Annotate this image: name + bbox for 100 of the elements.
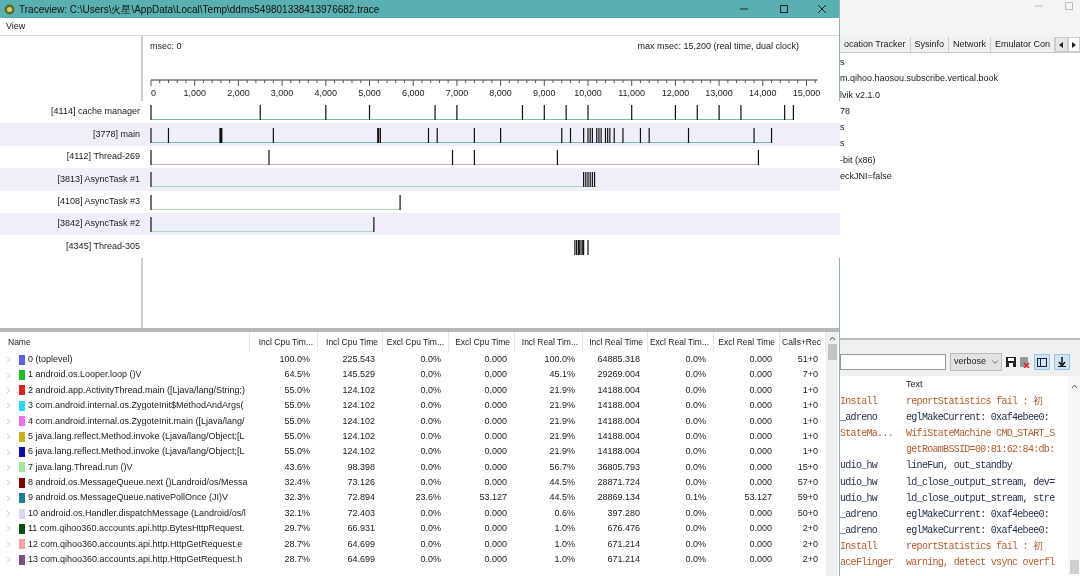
column-header[interactable]: Excl Real Time [714,332,780,352]
scroll-up-icon[interactable] [828,336,836,341]
table-cell-text: 21.9% [548,383,576,397]
table-cell-text: 0.000 [748,506,773,520]
method-name[interactable]: 7 java.lang.Thread.run ()V [28,460,133,475]
clear-log-icon[interactable] [1020,356,1030,368]
column-header[interactable]: Excl Cpu Time [449,332,515,352]
method-name[interactable]: 5 java.lang.reflect.Method.invoke (Ljava/lang/Object;[L [28,429,245,444]
scroll-thumb[interactable] [827,344,837,360]
save-icon[interactable] [1006,357,1016,367]
table-cell-text: 53.127 [478,491,508,505]
table-cell-text: 0.0% [419,445,442,459]
tab-scroll-left[interactable] [1055,37,1068,52]
table-cell-text: 1+0 [801,414,819,428]
table-cell-text: 124.102 [341,399,376,413]
log-level-dropdown[interactable]: verbose [950,353,1002,371]
axis-label: 10,000 [574,88,602,98]
method-name[interactable]: 10 android.os.Handler.dispatchMessage (Landroid/os/l [28,506,246,521]
table-cell-text: 0.000 [748,352,773,366]
column-header[interactable]: Excl Real Tim... [648,332,714,352]
scrollbar[interactable] [1068,376,1080,576]
table-cell-text: 2+0 [801,537,819,551]
table-cell-text: 397.280 [606,506,641,520]
scroll-up-icon[interactable] [1070,384,1078,389]
tab[interactable]: ocation Tracker [840,37,911,52]
method-name[interactable]: 1 android.os.Looper.loop ()V [28,368,142,382]
table-cell-text: 676.476 [606,522,641,536]
method-name[interactable]: 11 com.qihoo360.accounts.api.http.BytesHttpRequest. [28,522,245,536]
table-cell-text: 0.000 [483,399,508,413]
menu-item[interactable]: View [0,19,32,34]
scroll-lock-button[interactable] [1054,354,1070,370]
log-tag: StateMa... [840,425,906,441]
minimize-icon[interactable] [1034,2,1044,10]
table-cell-text: 0.0% [419,383,442,397]
method-name[interactable]: 13 com.qihoo360.accounts.api.http.HttpGetRequest.h [28,553,243,567]
table-cell-text: 145.529 [341,368,376,382]
method-name[interactable]: 12 com.qihoo360.accounts.api.http.HttpGetRequest.e [28,537,243,552]
table-cell-text: 1+0 [801,445,819,459]
close-icon[interactable] [817,4,827,14]
table-cell-text: 0.0% [419,476,442,490]
table-cell-text: 1+0 [801,429,819,443]
maximize-icon[interactable] [779,4,789,14]
table-cell-text: 73.126 [346,476,376,490]
table-cell-text: 100.0% [278,352,311,366]
log-tag: Install [840,393,906,409]
column-toggle-button[interactable] [1034,354,1050,370]
log-message: eglMakeCurrent: 0xaf4ebee0: [906,410,1050,425]
table-cell-text: 0.0% [419,399,442,413]
app-icon [4,3,15,15]
log-tag: _adreno [840,409,906,425]
table-cell-text: 0.000 [748,414,773,428]
table-cell-text: 0.0% [419,414,442,428]
table-cell-text: 0.0% [684,368,707,382]
scroll-thumb[interactable] [1069,560,1079,574]
table-cell-text: 0.0% [419,460,442,474]
table-cell-text: 21.9% [548,445,576,459]
column-header[interactable]: Name [0,332,250,352]
method-name[interactable]: 9 android.os.MessageQueue.nativePollOnce (JI)V [28,491,229,505]
table-cell-text: 1.0% [553,553,576,566]
table-cell-text: 124.102 [341,445,376,459]
column-header[interactable]: Incl Cpu Tim... [250,332,318,352]
method-name[interactable]: 4 com.android.internal.os.ZygoteInit.main ([Ljava/lang/ [28,414,245,428]
table-cell-text: 0.000 [748,368,773,382]
table-cell-text: 671.214 [606,553,641,566]
table-cell-text: 0.0% [419,429,442,443]
method-name[interactable]: 8 android.os.MessageQueue.next ()Landroid/os/Messa [28,476,248,490]
tab[interactable]: Network [949,37,992,52]
table-cell-text: 14188.004 [596,399,641,413]
table-cell-text: 0.000 [483,506,508,520]
scrollbar[interactable] [826,332,838,576]
thread-activity-drawing [574,238,589,256]
tab[interactable]: Sysinfo [910,37,950,52]
table-cell-text: 64.699 [346,537,376,551]
table-cell-text: 0.000 [483,383,508,397]
table-cell-text: 0.000 [483,445,508,459]
table-cell-text: 1.0% [553,522,576,536]
column-header[interactable]: Incl Real Time [583,332,648,352]
table-cell-text: 0.000 [483,460,508,474]
table-cell-text: 2+0 [801,522,819,536]
table-cell-text: 28.7% [283,553,311,566]
axis-label: 6,000 [401,88,425,98]
column-header[interactable]: Text [906,377,923,392]
method-name[interactable]: 6 java.lang.reflect.Method.invoke (Ljava/lang/Object;[L [28,445,245,459]
column-header[interactable]: Excl Cpu Tim... [383,332,449,352]
down-arrow-icon [1058,357,1066,367]
axis-label: 15,000 [792,88,821,98]
table-cell-text: 51+0 [796,352,819,366]
method-name[interactable]: 3 com.android.internal.os.ZygoteInit$MethodAndArgs( [28,399,244,413]
log-message: ld_close_output_stream, stre [906,491,1055,506]
column-header[interactable]: Incl Real Tim... [515,332,583,352]
table-cell-text: 28.7% [283,537,311,551]
method-name[interactable]: 0 (toplevel) [28,352,73,367]
table-cell-text: 0.000 [483,553,508,566]
filter-field[interactable] [840,354,946,370]
method-name[interactable]: 2 android.app.ActivityThread.main ([Ljava/lang/String;) [28,383,246,398]
table-cell-text: 14188.004 [596,383,641,397]
axis-label: 4,000 [314,88,338,98]
table-cell-text: 0.0% [419,537,442,551]
axis-label: 5,000 [358,88,381,98]
column-header[interactable]: Incl Cpu Time [318,332,383,352]
